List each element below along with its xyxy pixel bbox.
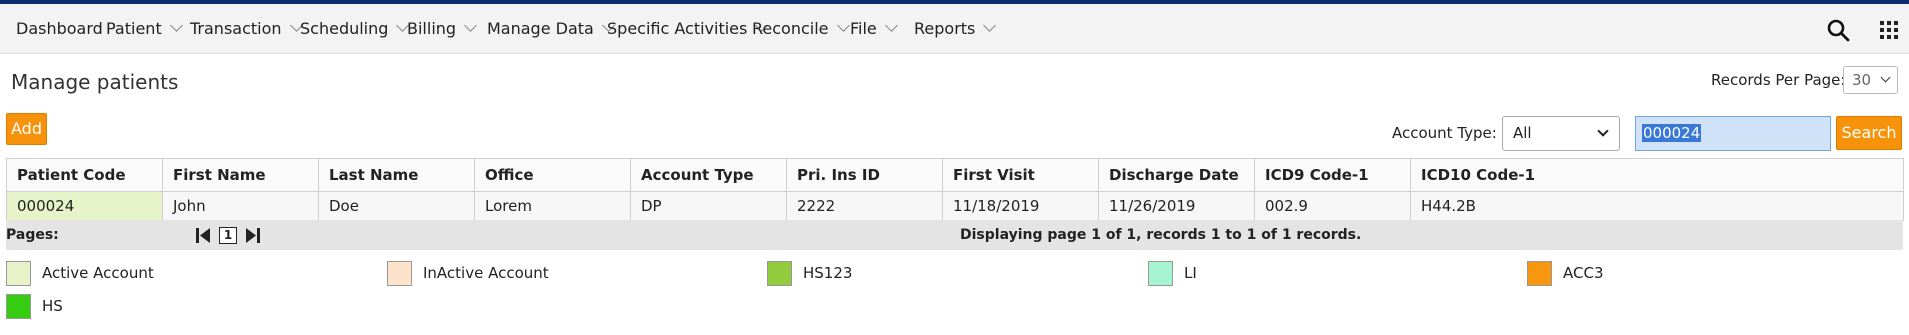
col-header-discharge-date[interactable]: Discharge Date	[1098, 158, 1255, 192]
nav-reconcile[interactable]: Reconcile	[752, 4, 850, 54]
records-per-page-select[interactable]: 30	[1843, 66, 1898, 94]
search-icon[interactable]	[1826, 18, 1850, 42]
records-per-page-label: Records Per Page:	[1711, 71, 1846, 89]
legend-swatch	[1148, 261, 1173, 286]
patients-table: Patient Code First Name Last Name Office…	[6, 158, 1904, 221]
first-page-icon[interactable]	[196, 227, 210, 244]
legend-label: HS	[42, 297, 63, 315]
records-per-page-value: 30	[1852, 71, 1872, 89]
cell-patient-code[interactable]: 000024	[6, 191, 163, 221]
cell-last-name[interactable]: Doe	[318, 191, 475, 221]
nav-transaction-label: Transaction	[190, 19, 282, 38]
col-header-first-name[interactable]: First Name	[162, 158, 319, 192]
legend-label: LI	[1184, 264, 1197, 282]
cell-discharge-date[interactable]: 11/26/2019	[1098, 191, 1255, 221]
cell-office[interactable]: Lorem	[474, 191, 631, 221]
account-type-select[interactable]: All	[1502, 116, 1620, 151]
nav-scheduling-label: Scheduling	[300, 19, 389, 38]
nav-file-label: File	[850, 19, 877, 38]
col-header-office[interactable]: Office	[474, 158, 631, 192]
chevron-down-icon	[169, 19, 183, 32]
account-type-value: All	[1513, 124, 1532, 142]
col-header-patient-code[interactable]: Patient Code	[6, 158, 163, 192]
nav-billing-label: Billing	[407, 19, 457, 38]
chevron-down-icon	[836, 19, 850, 32]
nav-scheduling[interactable]: Scheduling	[300, 4, 410, 54]
pages-label: Pages:	[6, 227, 59, 243]
cell-first-name[interactable]: John	[162, 191, 319, 221]
chevron-down-icon	[1597, 125, 1609, 137]
table-row[interactable]: 000024 John Doe Lorem DP 2222 11/18/2019…	[6, 191, 1904, 221]
nav-specific-activities[interactable]: Specific Activities	[607, 4, 769, 54]
legend-label: ACC3	[1563, 264, 1604, 282]
col-header-last-name[interactable]: Last Name	[318, 158, 475, 192]
nav-reports[interactable]: Reports	[914, 4, 997, 54]
legend-swatch	[1527, 261, 1552, 286]
cell-icd9-code[interactable]: 002.9	[1254, 191, 1411, 221]
page-number-button[interactable]: 1	[219, 227, 237, 244]
chevron-down-icon	[884, 19, 898, 32]
search-input[interactable]: 000024	[1635, 116, 1831, 151]
col-header-pri-ins-id[interactable]: Pri. Ins ID	[786, 158, 943, 192]
nav-patient-label: Patient	[106, 19, 162, 38]
last-page-icon[interactable]	[246, 227, 260, 244]
cell-account-type[interactable]: DP	[630, 191, 787, 221]
records-display-text: Displaying page 1 of 1, records 1 to 1 o…	[960, 227, 1362, 243]
main-navbar: Dashboard Patient Transaction Scheduling…	[0, 4, 1909, 54]
nav-reconcile-label: Reconcile	[752, 19, 829, 38]
legend-label: HS123	[803, 264, 853, 282]
nav-dashboard[interactable]: Dashboard	[16, 4, 103, 54]
cell-first-visit[interactable]: 11/18/2019	[942, 191, 1099, 221]
col-header-account-type[interactable]: Account Type	[630, 158, 787, 192]
nav-manage-data-label: Manage Data	[487, 19, 594, 38]
legend-swatch	[6, 294, 31, 319]
chevron-down-icon	[1880, 72, 1891, 83]
grid-menu-icon[interactable]	[1880, 21, 1898, 39]
col-header-icd10-code[interactable]: ICD10 Code-1	[1410, 158, 1904, 192]
nav-file[interactable]: File	[850, 4, 898, 54]
account-type-label: Account Type:	[1392, 124, 1497, 142]
legend-label: Active Account	[42, 264, 154, 282]
legend-swatch	[387, 261, 412, 286]
col-header-first-visit[interactable]: First Visit	[942, 158, 1099, 192]
nav-dashboard-label: Dashboard	[16, 19, 103, 38]
chevron-down-icon	[983, 19, 997, 32]
nav-specific-activities-label: Specific Activities	[607, 19, 748, 38]
table-header-row: Patient Code First Name Last Name Office…	[6, 158, 1904, 192]
nav-reports-label: Reports	[914, 19, 976, 38]
chevron-down-icon	[464, 19, 477, 32]
nav-transaction[interactable]: Transaction	[190, 4, 303, 54]
col-header-icd9-code[interactable]: ICD9 Code-1	[1254, 158, 1411, 192]
nav-billing[interactable]: Billing	[407, 4, 477, 54]
page-title: Manage patients	[11, 70, 179, 94]
cell-icd10-code[interactable]: H44.2B	[1410, 191, 1904, 221]
legend-swatch	[6, 261, 31, 286]
add-button[interactable]: Add	[6, 113, 47, 145]
pagination-bar: Pages: 1 Displaying page 1 of 1, records…	[6, 220, 1903, 250]
cell-pri-ins-id[interactable]: 2222	[786, 191, 943, 221]
search-input-value: 000024	[1642, 124, 1702, 142]
legend-swatch	[767, 261, 792, 286]
nav-manage-data[interactable]: Manage Data	[487, 4, 615, 54]
legend-label: InActive Account	[423, 264, 549, 282]
nav-patient[interactable]: Patient	[106, 4, 183, 54]
search-button[interactable]: Search	[1836, 116, 1902, 150]
